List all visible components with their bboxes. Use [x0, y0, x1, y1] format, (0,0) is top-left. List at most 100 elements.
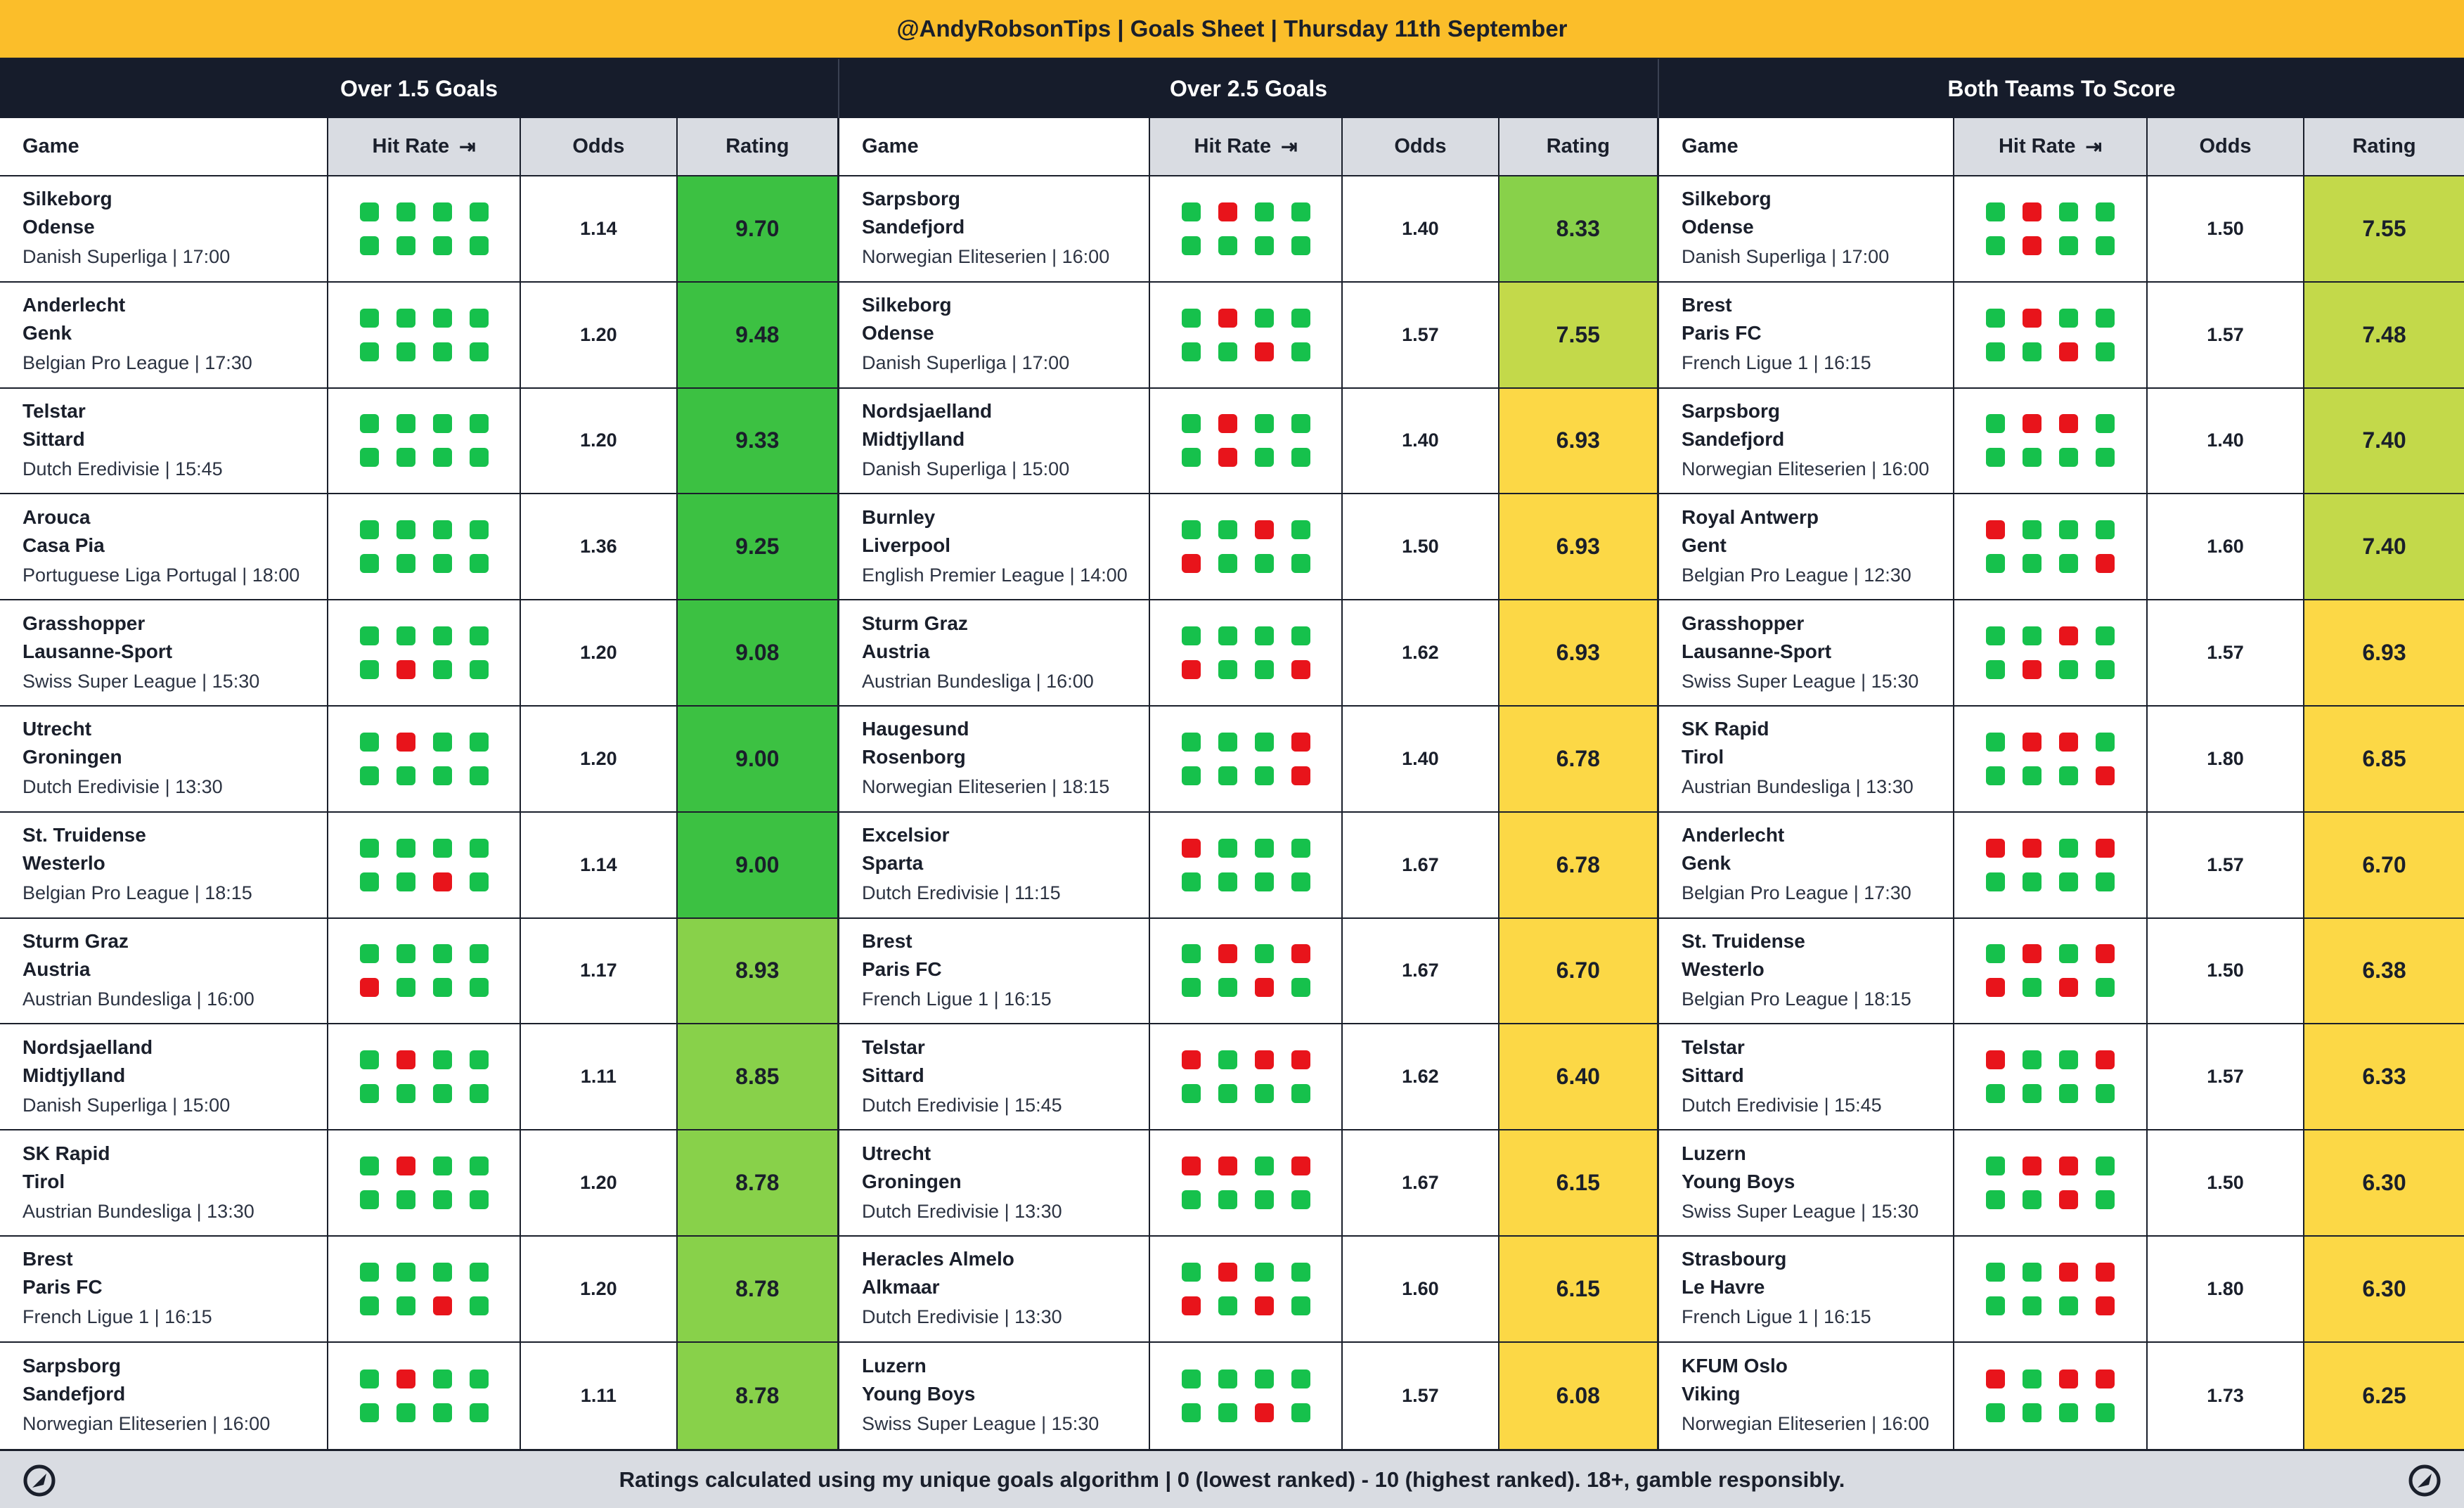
hit-rate-cell [1150, 282, 1343, 387]
rating-value: 6.93 [1499, 600, 1657, 705]
odds-value: 1.57 [1343, 282, 1499, 387]
away-team: Tirol [22, 1170, 65, 1192]
hit-indicator [2096, 448, 2115, 468]
home-team: Heracles Almelo [862, 1248, 1014, 1270]
hit-indicator [432, 944, 452, 964]
hit-indicator [432, 236, 452, 255]
hit-rate-cell [1954, 600, 2148, 705]
miss-indicator [1254, 1296, 1274, 1315]
league-time: Dutch Eredivisie | 11:15 [862, 882, 1061, 904]
away-team: Sittard [1682, 1064, 1744, 1086]
hit-indicator [1218, 1296, 1237, 1315]
table-row: Nordsjaelland Midtjylland Danish Superliga… [0, 1024, 837, 1131]
hit-indicator [2059, 202, 2078, 221]
away-team: Austria [862, 640, 930, 662]
miss-indicator [2059, 1369, 2078, 1388]
hit-indicator [1986, 1262, 2005, 1282]
hit-indicator [2059, 554, 2078, 574]
game-cell: Luzern Young Boys Swiss Super League | 15:… [1659, 1130, 1954, 1235]
miss-indicator [1218, 414, 1237, 434]
miss-indicator [1254, 1403, 1274, 1422]
hit-indicator [1254, 660, 1274, 680]
miss-indicator [2096, 1296, 2115, 1315]
hit-indicator [2059, 944, 2078, 964]
hit-indicator [1291, 838, 1310, 858]
column-header-hit-rate[interactable]: Hit Rate ⇥ [1149, 118, 1343, 175]
hit-rate-grid [359, 1050, 489, 1104]
home-team: Luzern [862, 1355, 927, 1377]
away-team: Young Boys [1682, 1170, 1795, 1192]
away-team: Tirol [1682, 746, 1724, 768]
hit-indicator [2023, 448, 2041, 468]
hit-indicator [1181, 978, 1201, 998]
table-row: Brest Paris FC French Ligue 1 | 16:15 1.57 7… [1659, 282, 2464, 389]
rating-value: 6.25 [2304, 1342, 2464, 1449]
miss-indicator [396, 732, 415, 752]
miss-indicator [1218, 1262, 1237, 1282]
table-btts: Game Hit Rate ⇥ Odds Rating Silkeborg Odense Da… [1659, 118, 2464, 1449]
odds-value: 1.57 [2148, 1024, 2304, 1130]
miss-indicator [1181, 1296, 1201, 1315]
hit-indicator [2023, 1050, 2041, 1070]
league-time: Swiss Super League | 15:30 [862, 1413, 1099, 1435]
hit-indicator [1986, 448, 2005, 468]
table-row: Arouca Casa Pia Portuguese Liga Portugal |… [0, 494, 837, 601]
rating-value: 8.93 [677, 918, 837, 1024]
table-row: Brest Paris FC French Ligue 1 | 16:15 1.67 6… [839, 918, 1657, 1025]
hit-indicator [432, 554, 452, 574]
arrow-right-to-bar-icon[interactable]: ⇥ [1281, 135, 1297, 158]
miss-indicator [1291, 1050, 1310, 1070]
hit-rate-cell [1954, 388, 2148, 494]
odds-value: 1.50 [2148, 918, 2304, 1024]
hit-indicator [2059, 1403, 2078, 1422]
hit-indicator [1986, 872, 2005, 891]
column-header-hit-rate[interactable]: Hit Rate ⇥ [328, 118, 522, 175]
hit-indicator [359, 520, 379, 540]
home-team: Utrecht [22, 718, 92, 740]
hit-rate-grid [1181, 202, 1310, 255]
hit-indicator [469, 978, 489, 998]
league-time: Norwegian Eliteserien | 16:00 [862, 246, 1110, 268]
odds-value: 1.67 [1343, 1130, 1499, 1235]
miss-indicator [1181, 554, 1201, 574]
hit-rate-cell [1150, 1236, 1343, 1341]
hit-indicator [2059, 872, 2078, 891]
rating-value: 7.55 [2304, 176, 2464, 281]
away-team: Sandefjord [22, 1383, 126, 1405]
hit-rate-cell [1954, 494, 2148, 600]
hit-indicator [469, 1050, 489, 1070]
game-cell: Sarpsborg Sandefjord Norwegian Eliteserien… [839, 176, 1150, 281]
odds-value: 1.57 [2148, 812, 2304, 917]
hit-rate-grid [1181, 520, 1310, 574]
hit-indicator [1291, 342, 1310, 361]
miss-indicator [2096, 944, 2115, 964]
rating-value: 6.08 [1499, 1342, 1657, 1449]
home-team: Nordsjaelland [22, 1036, 153, 1058]
hit-indicator [1218, 1050, 1237, 1070]
hit-rate-grid [359, 1156, 489, 1210]
hit-rate-grid [1181, 1050, 1310, 1104]
arrow-right-to-bar-icon[interactable]: ⇥ [459, 135, 475, 158]
hit-indicator [469, 838, 489, 858]
game-cell: Nordsjaelland Midtjylland Danish Superliga… [839, 388, 1150, 494]
miss-indicator [2096, 554, 2115, 574]
hit-indicator [1181, 342, 1201, 361]
hit-indicator [2096, 1403, 2115, 1422]
miss-indicator [359, 978, 379, 998]
hit-indicator [432, 414, 452, 434]
arrow-right-to-bar-icon[interactable]: ⇥ [2086, 135, 2102, 158]
miss-indicator [2059, 626, 2078, 646]
hit-indicator [359, 1190, 379, 1210]
column-header-hit-rate[interactable]: Hit Rate ⇥ [1954, 118, 2148, 175]
brand-logo-icon [2408, 1464, 2441, 1497]
hit-indicator [2096, 202, 2115, 221]
game-cell: Utrecht Groningen Dutch Eredivisie | 13:30 [0, 706, 328, 811]
hit-rate-cell [1150, 1342, 1343, 1449]
table-row: Grasshopper Lausanne-Sport Swiss Super Lea… [1659, 600, 2464, 707]
miss-indicator [2023, 308, 2041, 328]
hit-indicator [1218, 554, 1237, 574]
home-team: Utrecht [862, 1142, 931, 1164]
hit-indicator [2096, 1190, 2115, 1210]
hit-indicator [1181, 1084, 1201, 1104]
hit-indicator [1254, 236, 1274, 255]
